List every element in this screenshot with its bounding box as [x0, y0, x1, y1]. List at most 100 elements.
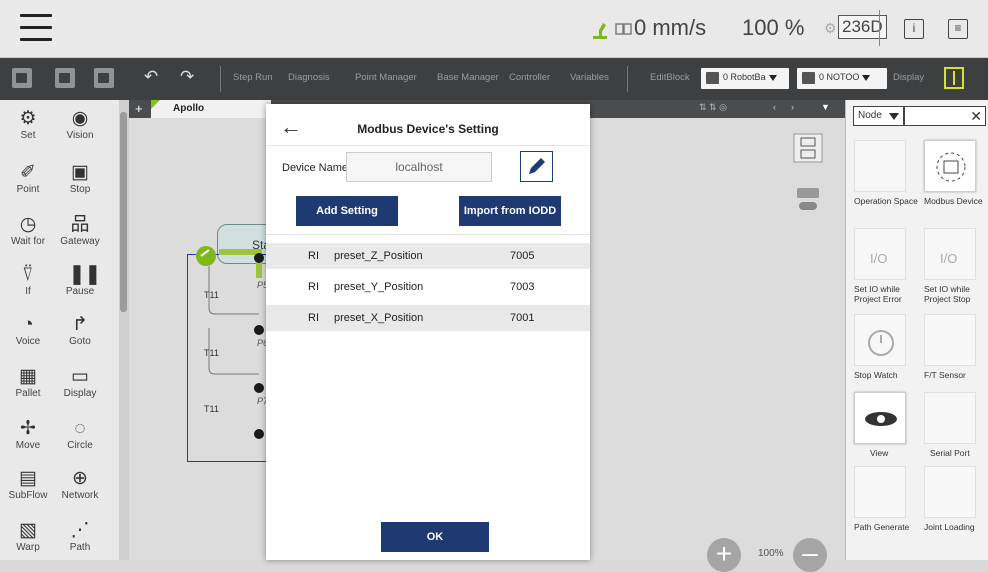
subflow-icon: ▤: [19, 468, 37, 489]
chevron-left-icon[interactable]: ‹: [773, 102, 776, 112]
palette-item-pallet[interactable]: ▦ Pallet: [2, 366, 54, 399]
palette-item-wait-for[interactable]: ◷ Wait for: [2, 214, 54, 247]
speed-readout: 0 mm/s: [634, 15, 707, 40]
top-status-bar: 0 mm/s 100 % ⚙ 236D i ≡: [0, 0, 988, 58]
stop-icon: ▣: [71, 162, 89, 183]
scrollbar-thumb[interactable]: [120, 112, 127, 312]
joint-loading-icon: [924, 466, 976, 518]
divider: [220, 66, 221, 92]
pencil-icon: [529, 158, 545, 174]
modbus-settings-dialog: ← Modbus Device's Setting Device Name lo…: [266, 104, 590, 560]
zoom-out-button[interactable]: –: [793, 538, 827, 572]
settings-gear-icon: ⚙: [824, 20, 837, 36]
voice-icon: ◔: [22, 314, 34, 335]
pallet-icon: ▦: [19, 366, 37, 387]
stopwatch-icon: [854, 314, 906, 366]
sort-icon[interactable]: ⇅ ⇅ ◎: [699, 102, 727, 113]
register-row[interactable]: RI preset_Y_Position 7003: [266, 274, 590, 300]
palette-item-if[interactable]: ⍢ If: [2, 264, 54, 297]
palette-item-path[interactable]: ⋰ Path: [54, 520, 106, 553]
vision-icon: ◉: [71, 108, 89, 129]
speed-icon: [615, 23, 632, 35]
pause-icon: ❚❚: [69, 264, 101, 285]
serial-port-icon: [924, 392, 976, 444]
palette-scrollbar[interactable]: [119, 100, 129, 560]
speed-percent: 100 %: [742, 15, 805, 40]
chevron-down-icon: [862, 74, 871, 81]
save-as-icon[interactable]: [94, 68, 114, 88]
import-iodd-button[interactable]: Import from IODD: [459, 196, 561, 226]
move-icon: ✢: [20, 418, 36, 439]
palette-item-display[interactable]: ▭ Display: [54, 366, 106, 399]
new-project-icon[interactable]: [12, 68, 32, 88]
register-row[interactable]: RI preset_X_Position 7001: [266, 305, 590, 331]
palette-item-network[interactable]: ⊕ Network: [54, 468, 106, 501]
add-setting-button[interactable]: Add Setting: [296, 196, 398, 226]
tab-apollo[interactable]: Apollo: [151, 100, 271, 118]
palette-item-stop[interactable]: ▣ Stop: [54, 162, 106, 195]
add-tab-icon[interactable]: +: [135, 101, 143, 116]
node-t11-label: T11: [204, 404, 219, 414]
circle-icon: ◌: [74, 418, 86, 439]
wait-for-icon: ◷: [19, 214, 37, 235]
palette-item-subflow[interactable]: ▤ SubFlow: [2, 468, 54, 501]
log-icon[interactable]: ≡: [948, 19, 968, 39]
chevron-right-icon[interactable]: ›: [791, 102, 794, 112]
device-name-field[interactable]: localhost: [346, 152, 492, 182]
palette-item-warp[interactable]: ▧ Warp: [2, 520, 54, 553]
ok-button[interactable]: OK: [381, 522, 489, 552]
redo-icon[interactable]: ↷: [180, 67, 194, 87]
divider: [266, 145, 590, 146]
step-run-button[interactable]: Step Run: [233, 72, 273, 83]
diagnosis-button[interactable]: Diagnosis: [288, 72, 330, 83]
node-search-input[interactable]: ✕: [904, 106, 986, 126]
chevron-down-icon[interactable]: ▼: [821, 102, 830, 112]
path-generate-icon: [854, 466, 906, 518]
if-icon: ⍢: [22, 264, 34, 285]
set-icon: ⚙: [19, 108, 37, 129]
palette-item-goto[interactable]: ↱ Goto: [54, 314, 106, 347]
close-icon[interactable]: ✕: [970, 108, 982, 125]
edit-block-button[interactable]: EditBlock: [650, 72, 690, 83]
robot-arm-status-icon: [593, 23, 607, 39]
point-icon: ✐: [20, 162, 36, 183]
canvas-side-icons[interactable]: [791, 132, 827, 222]
palette-item-set[interactable]: ⚙ Set: [2, 108, 54, 141]
register-row[interactable]: RI preset_Z_Position 7005: [266, 243, 590, 269]
info-icon[interactable]: i: [904, 19, 924, 39]
palette-item-move[interactable]: ✢ Move: [2, 418, 54, 451]
save-icon[interactable]: [55, 68, 75, 88]
ft-sensor-icon: [924, 314, 976, 366]
chevron-down-icon: [889, 113, 899, 120]
path-icon: ⋰: [70, 520, 90, 541]
zoom-in-button[interactable]: +: [707, 538, 741, 572]
node-t11-label: T11: [204, 348, 219, 358]
variables-button[interactable]: Variables: [570, 72, 609, 83]
goto-icon: ↱: [72, 314, 88, 335]
palette-item-point[interactable]: ✐ Point: [2, 162, 54, 195]
palette-item-circle[interactable]: ◌ Circle: [54, 418, 106, 451]
tool-select[interactable]: 0 NOTOO: [797, 68, 887, 89]
palette-item-pause[interactable]: ❚❚ Pause: [54, 264, 106, 297]
base-manager-button[interactable]: Base Manager: [437, 72, 499, 83]
io-error-icon: I/O: [854, 228, 906, 280]
node-palette: ⚙ Set ◉ Vision ✐ Point ▣ Stop ◷ Wait for 品 Gat…: [0, 100, 120, 560]
robot-base-select[interactable]: 0 RobotBa: [701, 68, 789, 89]
undo-icon[interactable]: ↶: [144, 67, 158, 87]
layout-icon[interactable]: [944, 67, 964, 89]
zoom-level: 100%: [758, 548, 784, 559]
node-t11-label: T11: [204, 290, 219, 300]
controller-button[interactable]: Controller: [509, 72, 550, 83]
svg-text:I/O: I/O: [940, 251, 957, 266]
palette-item-vision[interactable]: ◉ Vision: [54, 108, 106, 141]
palette-item-gateway[interactable]: 品 Gateway: [54, 214, 106, 247]
edit-device-name-button[interactable]: [520, 151, 553, 182]
node-filter-select[interactable]: Node: [853, 106, 904, 126]
svg-text:I/O: I/O: [870, 251, 887, 266]
divider: [879, 10, 880, 46]
divider: [266, 234, 590, 235]
palette-item-voice[interactable]: ◔ Voice: [2, 314, 54, 347]
point-manager-button[interactable]: Point Manager: [355, 72, 417, 83]
display-button[interactable]: Display: [893, 72, 924, 83]
hamburger-menu-icon[interactable]: [20, 14, 52, 42]
